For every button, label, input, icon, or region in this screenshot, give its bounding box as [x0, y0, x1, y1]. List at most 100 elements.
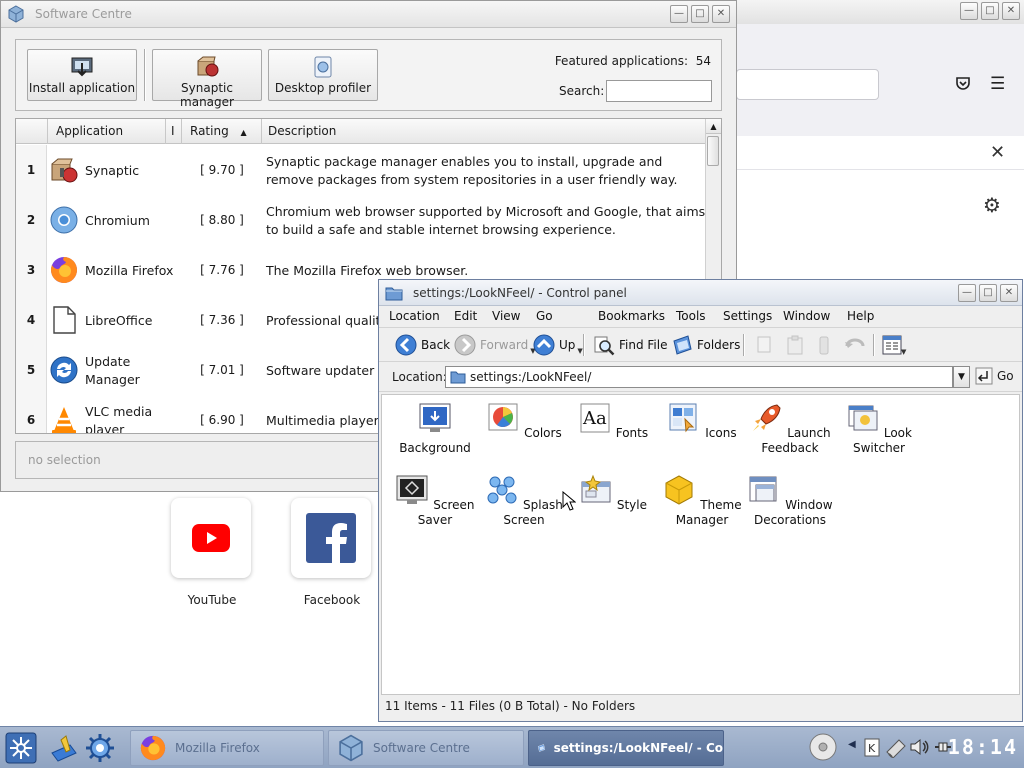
back-button[interactable]: Back: [395, 333, 450, 357]
install-application-button[interactable]: Install application: [27, 49, 137, 101]
maximize-button[interactable]: □: [691, 5, 709, 23]
column-header-rating[interactable]: Rating ▲: [182, 119, 262, 144]
top-site-facebook[interactable]: Facebook: [291, 498, 373, 607]
column-header-i[interactable]: I: [166, 119, 182, 144]
view-mode-button[interactable]: ▼: [881, 333, 906, 357]
gear-icon[interactable]: ⚙: [983, 193, 1001, 217]
close-button[interactable]: ✕: [712, 5, 730, 23]
control-item-look-switcher[interactable]: Look Switcher: [836, 402, 922, 456]
install-icon: [71, 57, 93, 77]
maximize-button[interactable]: □: [979, 284, 997, 302]
tray-expand-arrow-icon[interactable]: ◀: [848, 739, 856, 750]
menu-bar: Location Edit View Go Bookmarks Tools Se…: [379, 306, 1022, 328]
back-arrow-icon: [395, 334, 417, 356]
go-button[interactable]: Go: [975, 367, 1014, 385]
control-item-window-decorations[interactable]: Window Decorations: [747, 474, 833, 528]
task-software-centre[interactable]: Software Centre: [328, 730, 524, 766]
control-item-icons[interactable]: Icons: [659, 402, 745, 441]
table-header: Application I Rating ▲ Description: [16, 119, 706, 144]
task-mozilla-firefox[interactable]: Mozilla Firefox: [130, 730, 324, 766]
menu-window[interactable]: Window: [783, 309, 830, 323]
start-menu-icon: [5, 732, 37, 764]
control-item-theme-manager[interactable]: Theme Manager: [659, 474, 745, 528]
network-icon[interactable]: [885, 736, 907, 761]
colors-icon: [488, 403, 518, 431]
synaptic-manager-button[interactable]: Synaptic manager: [152, 49, 262, 109]
style-icon: [581, 474, 611, 503]
menu-go[interactable]: Go: [536, 309, 553, 323]
location-input[interactable]: settings:/LookNFeel/: [445, 366, 953, 388]
trash-button[interactable]: [817, 333, 831, 357]
firefox-url-bar[interactable]: [736, 69, 879, 100]
minimize-button[interactable]: —: [670, 5, 688, 23]
column-header-index[interactable]: [16, 119, 48, 144]
control-item-launch-feedback[interactable]: Launch Feedback: [747, 402, 833, 456]
undo-button[interactable]: [843, 333, 867, 357]
application-menu-button[interactable]: [5, 732, 37, 767]
cut-button[interactable]: [755, 333, 775, 357]
screen-saver-icon: [396, 475, 428, 504]
sort-ascending-icon: ▲: [240, 128, 247, 137]
undo-icon: [845, 338, 865, 348]
firefox-minimize-button[interactable]: —: [960, 2, 978, 20]
firefox-maximize-button[interactable]: □: [981, 2, 999, 20]
top-site-youtube[interactable]: YouTube: [171, 498, 253, 607]
scroll-up-arrow-icon[interactable]: ▲: [706, 119, 721, 134]
trash-icon: [819, 336, 829, 355]
paste-icon: [787, 335, 803, 355]
table-row[interactable]: 2 Chromium [ 8.80 ] Chromium web browser…: [16, 195, 706, 245]
task-control-panel[interactable]: settings:/LookNFeel/ - Co: [528, 730, 724, 766]
navigation-toolbar: Back Forward ▼ Up ▼ Find File Folders ▼: [379, 328, 1022, 362]
system-settings-icon: [86, 734, 114, 762]
location-label: Location:: [392, 370, 447, 384]
menu-edit[interactable]: Edit: [454, 309, 477, 323]
column-header-application[interactable]: Application: [48, 119, 166, 144]
menu-bookmarks[interactable]: Bookmarks: [598, 309, 665, 323]
table-row[interactable]: 1 Synaptic [ 9.70 ] Synaptic package man…: [16, 145, 706, 195]
pocket-icon[interactable]: [955, 75, 971, 95]
column-header-description[interactable]: Description: [262, 119, 706, 144]
klipper-icon[interactable]: K: [862, 736, 882, 761]
control-panel-titlebar[interactable]: settings:/LookNFeel/ - Control panel — □…: [379, 280, 1022, 306]
folders-button[interactable]: Folders: [671, 333, 740, 357]
search-label: Search:: [559, 84, 605, 98]
forward-button[interactable]: Forward ▼: [454, 333, 536, 357]
scrollbar-thumb[interactable]: [707, 136, 719, 166]
background-icon: [419, 403, 451, 432]
dropdown-arrow-icon[interactable]: ▼: [577, 347, 582, 355]
system-launcher[interactable]: [84, 733, 116, 766]
desktop-profiler-button[interactable]: Desktop profiler: [268, 49, 378, 101]
synaptic-icon: [51, 158, 78, 183]
up-button[interactable]: Up ▼: [533, 333, 583, 357]
menu-help[interactable]: Help: [847, 309, 874, 323]
magnifier-icon: [594, 336, 615, 356]
control-item-colors[interactable]: Colors: [481, 402, 567, 441]
find-file-button[interactable]: Find File: [593, 333, 667, 357]
desktop-launcher[interactable]: [48, 733, 80, 766]
location-bar: Location: settings:/LookNFeel/ ▼ Go: [379, 362, 1022, 392]
paste-button[interactable]: [784, 333, 806, 357]
firefox-icon: [140, 735, 166, 761]
mouse-pointer-icon: [562, 490, 577, 514]
control-item-splash-screen[interactable]: Splash Screen: [481, 474, 567, 528]
menu-tools[interactable]: Tools: [676, 309, 706, 323]
control-item-background[interactable]: Background: [392, 402, 478, 456]
control-item-screen-saver[interactable]: Screen Saver: [392, 474, 478, 528]
volume-icon[interactable]: [908, 736, 930, 761]
folders-icon: [673, 335, 692, 355]
menu-view[interactable]: View: [492, 309, 520, 323]
control-item-style[interactable]: Style: [570, 474, 656, 513]
firefox-close-button[interactable]: ✕: [1002, 2, 1020, 20]
close-icon[interactable]: ✕: [990, 142, 1005, 163]
software-centre-titlebar[interactable]: Software Centre — □ ✕: [1, 1, 736, 28]
minimize-button[interactable]: —: [958, 284, 976, 302]
search-input[interactable]: [606, 80, 712, 102]
menu-settings[interactable]: Settings: [723, 309, 772, 323]
close-button[interactable]: ✕: [1000, 284, 1018, 302]
menu-location[interactable]: Location: [389, 309, 440, 323]
dropdown-arrow-icon[interactable]: ▼: [901, 348, 906, 356]
cd-drive-icon[interactable]: [808, 732, 838, 765]
hamburger-menu-icon[interactable]: ☰: [990, 74, 1005, 94]
location-dropdown-arrow-icon[interactable]: ▼: [953, 366, 970, 388]
control-item-fonts[interactable]: Aa Fonts: [570, 402, 656, 441]
